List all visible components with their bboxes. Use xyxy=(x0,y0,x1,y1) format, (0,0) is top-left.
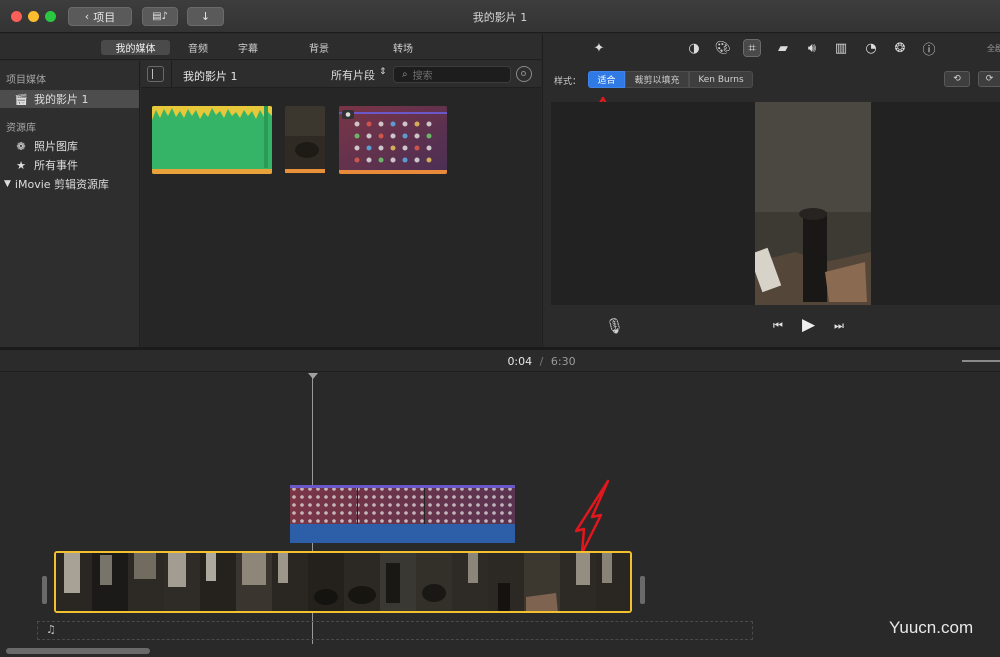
clip-trim-handle-left[interactable] xyxy=(42,576,47,604)
rotate-left-icon: ⟲ xyxy=(953,74,961,84)
microphone-icon[interactable]: 🎙︎ xyxy=(605,317,624,335)
video-camera-icon[interactable]: ▰ xyxy=(775,40,791,56)
clip-filter-label: 所有片段 xyxy=(331,69,375,82)
sidebar-toggle-icon[interactable] xyxy=(147,66,164,82)
skip-forward-icon[interactable]: ⏭︎ xyxy=(834,319,844,333)
speaker-icon[interactable]: 🔊︎ xyxy=(804,40,820,56)
magic-wand-icon[interactable]: ✦ xyxy=(591,40,607,56)
gear-icon[interactable] xyxy=(516,66,532,82)
video-frame xyxy=(285,106,325,174)
timecode-bar: 0:04 / 6:30 xyxy=(0,350,1000,372)
browser-toolbar: 我的影片 1 所有片段 ⇕ ⌕ 搜索 xyxy=(141,61,541,88)
style-label: 样式： xyxy=(554,77,582,87)
tab-audio[interactable]: 音频 xyxy=(178,40,218,55)
watermark-text: Yuucn.com xyxy=(889,618,974,637)
time-separator: / xyxy=(539,355,544,368)
sidebar-item-label: 照片图库 xyxy=(34,140,78,153)
timeline-scrollbar[interactable] xyxy=(6,648,150,654)
media-browser: 我的影片 1 所有片段 ⇕ ⌕ 搜索 xyxy=(141,61,541,347)
annotation-arrow-down xyxy=(574,479,610,555)
clapperboard-icon: 🎬︎ xyxy=(14,92,28,106)
sidebar-item-label: iMovie 剪辑资源库 xyxy=(14,178,110,191)
overlay-clip-bar[interactable] xyxy=(290,524,515,543)
overlay-clip[interactable] xyxy=(290,485,515,524)
imovie-window: ‹ 项目 ▤♪ ↓ 我的影片 1 我的媒体 音频 字幕 背景 转场 项目媒体 🎬… xyxy=(0,0,1000,657)
rotate-right-icon: ⟳ xyxy=(985,74,994,84)
search-placeholder: 搜索 xyxy=(412,71,433,82)
viewer-pane: ✦ ◑ 🎨︎ ⌗ ▰ 🔊︎ ▥ ◔ ❂ ⓘ 全剧 样式： 适合 裁剪以填充 Ke… xyxy=(542,34,1000,347)
media-thumbnail-screenshot-clip[interactable] xyxy=(339,106,447,174)
clip-filter-select[interactable]: 所有片段 ⇕ xyxy=(331,67,387,83)
style-fit-button[interactable]: 适合 xyxy=(588,71,625,88)
style-ken-burns-button[interactable]: Ken Burns xyxy=(689,71,753,88)
library-heading: 资源库 xyxy=(6,123,36,134)
disclosure-triangle-icon: ▼ xyxy=(4,179,11,189)
star-icon: ★ xyxy=(16,158,26,172)
music-note-icon: ♫ xyxy=(46,623,56,636)
tab-titles[interactable]: 字幕 xyxy=(228,40,268,55)
sidebar-item-all-events[interactable]: ★ 所有事件 xyxy=(0,156,139,174)
updown-chevron-icon: ⇕ xyxy=(379,67,387,77)
main-clip-frames xyxy=(56,553,630,611)
music-track-area[interactable]: ♫ xyxy=(37,621,753,640)
rotate-left-button[interactable]: ⟲ xyxy=(944,71,970,87)
total-time: 6:30 xyxy=(550,355,576,368)
video-preview xyxy=(551,102,1000,305)
style-crop-to-fill-button[interactable]: 裁剪以填充 xyxy=(625,71,689,88)
tab-transitions[interactable]: 转场 xyxy=(383,40,423,55)
sidebar-item-photos[interactable]: ❁ 照片图库 xyxy=(0,137,139,155)
search-icon: ⌕ xyxy=(402,69,408,80)
browser-title: 我的影片 1 xyxy=(183,70,238,83)
speedometer-icon[interactable]: ◔ xyxy=(863,40,879,56)
color-balance-icon[interactable]: ◑ xyxy=(686,40,702,56)
rotate-right-button[interactable]: ⟳ xyxy=(978,71,1000,87)
sidebar-item-imovie-library[interactable]: ▼ iMovie 剪辑资源库 xyxy=(0,175,139,193)
project-media-heading: 项目媒体 xyxy=(6,75,46,86)
color-palette-icon[interactable]: 🎨︎ xyxy=(715,40,732,56)
filter-circles-icon[interactable]: ❂ xyxy=(892,40,908,56)
media-thumbnail-audio-clip[interactable] xyxy=(152,106,272,174)
timecode-display: 0:04 / 6:30 xyxy=(0,355,1000,368)
tab-my-media[interactable]: 我的媒体 xyxy=(101,40,170,55)
equalizer-icon[interactable]: ▥ xyxy=(833,40,849,56)
sidebar-item-label: 所有事件 xyxy=(34,159,78,172)
overlay-clip-frames xyxy=(290,485,515,524)
current-time: 0:04 xyxy=(507,355,533,368)
skip-back-icon[interactable]: ⏮︎ xyxy=(773,319,783,333)
screenshot-frame xyxy=(339,106,447,174)
tab-backgrounds[interactable]: 背景 xyxy=(299,40,339,55)
preview-frame xyxy=(755,102,871,305)
playhead-handle[interactable] xyxy=(308,373,318,379)
play-icon[interactable]: ▶ xyxy=(802,315,815,335)
search-input[interactable]: ⌕ 搜索 xyxy=(393,66,511,83)
sidebar-item-my-movie[interactable]: 🎬︎ 我的影片 1 xyxy=(0,90,139,108)
timeline: ♫ Yuucn.com xyxy=(0,373,1000,657)
main-video-clip[interactable] xyxy=(54,551,632,613)
media-tabs-bar: 我的媒体 音频 字幕 背景 转场 xyxy=(0,34,541,60)
crop-icon[interactable]: ⌗ xyxy=(743,39,761,57)
title-bar: ‹ 项目 ▤♪ ↓ 我的影片 1 xyxy=(0,0,1000,33)
media-thumbnail-video-clip[interactable] xyxy=(285,106,325,174)
audio-waveform xyxy=(152,106,272,174)
reset-all-label[interactable]: 全剧 xyxy=(987,43,1000,54)
flower-icon: ❁ xyxy=(16,139,26,153)
window-title: 我的影片 1 xyxy=(472,11,528,24)
zoom-slider[interactable] xyxy=(962,360,1000,362)
clip-trim-handle-right[interactable] xyxy=(640,576,645,604)
info-icon[interactable]: ⓘ xyxy=(921,40,937,58)
library-sidebar: 项目媒体 🎬︎ 我的影片 1 资源库 ❁ 照片图库 ★ 所有事件 ▼ iMovi… xyxy=(0,61,140,347)
sidebar-item-label: 我的影片 1 xyxy=(34,93,89,106)
